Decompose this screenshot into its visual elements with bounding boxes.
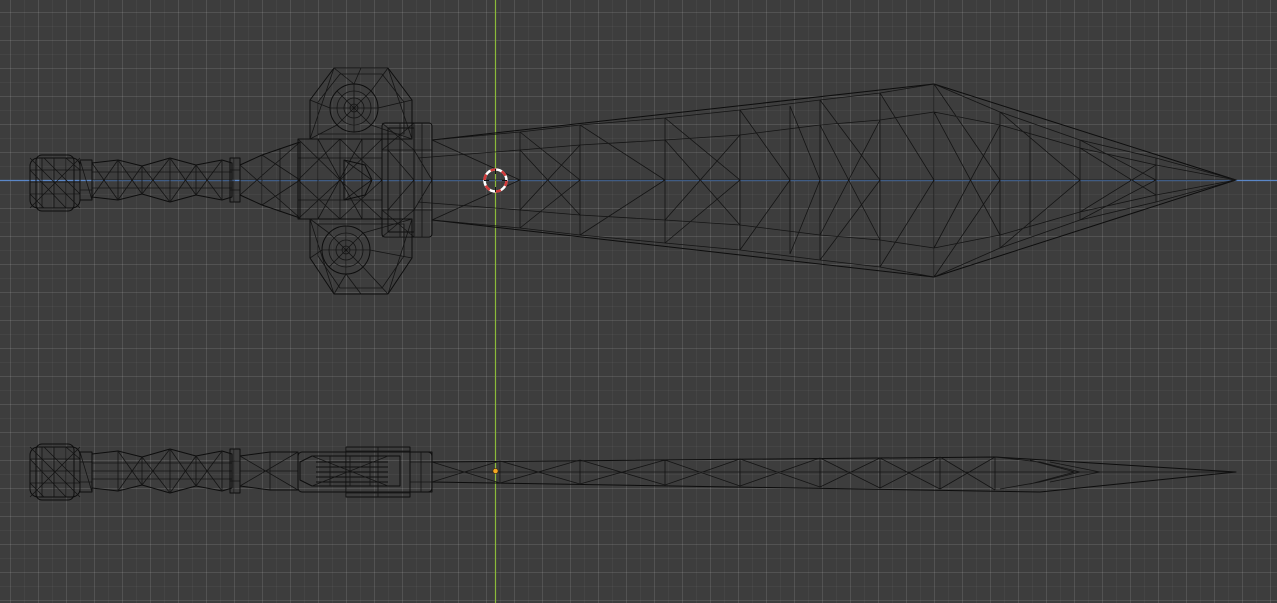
object-origin-icon[interactable] (492, 468, 499, 474)
pommel-mesh (29, 154, 93, 212)
guard-side-mesh (239, 446, 433, 498)
viewport-canvas[interactable] (0, 0, 1277, 603)
pommel-side-mesh (29, 443, 93, 501)
lower-hex-ornament (309, 218, 413, 295)
grip-mesh (91, 157, 241, 203)
blade-side-mesh (431, 456, 1237, 493)
collar-mesh (239, 141, 301, 219)
3d-viewport[interactable] (0, 0, 1277, 603)
grip-side-mesh (91, 448, 241, 494)
dagger-side-view[interactable] (29, 443, 1237, 501)
